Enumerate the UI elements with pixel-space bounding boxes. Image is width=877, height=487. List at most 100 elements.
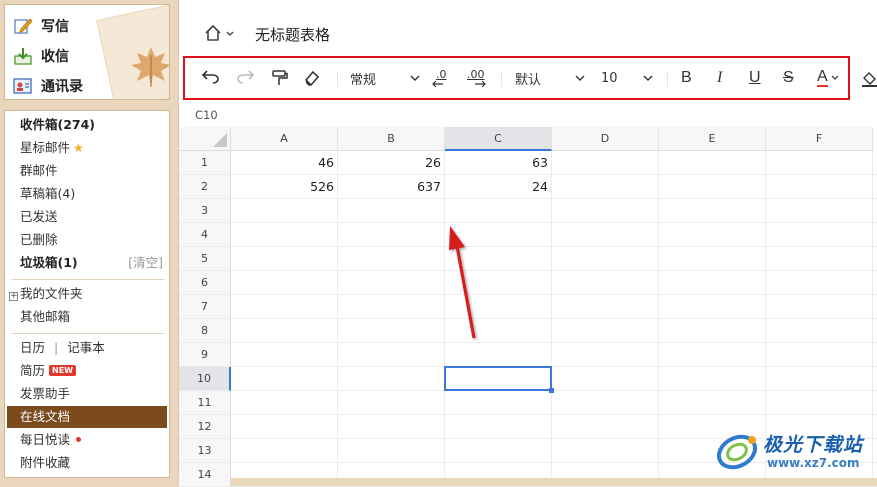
cell-a2[interactable]: 526 xyxy=(231,175,338,199)
expand-plus-icon[interactable]: + xyxy=(9,292,18,301)
doc-title-bar: 无标题表格 xyxy=(179,0,877,54)
chevron-down-icon xyxy=(831,75,839,80)
row-header-4[interactable]: 4 xyxy=(179,223,231,247)
row-header-5[interactable]: 5 xyxy=(179,247,231,271)
mail-quick-actions: 写信 收信 通讯录 xyxy=(4,4,170,100)
clear-format-button[interactable] xyxy=(303,58,321,98)
notes-link[interactable]: 记事本 xyxy=(67,340,105,355)
app-attachments[interactable]: 附件收藏 xyxy=(5,452,169,474)
folder-my-folders[interactable]: + 我的文件夹 xyxy=(5,283,169,305)
cell-c2[interactable]: 24 xyxy=(445,175,552,199)
strikethrough-button[interactable]: S xyxy=(783,58,794,98)
cell-c1[interactable]: 63 xyxy=(445,151,552,175)
paint-roller-icon xyxy=(272,70,288,85)
number-format-select[interactable]: 常规 xyxy=(350,58,422,98)
spreadsheet-document: 无标题表格 常规 .0 .00 默认 10 B I U S A C10 A B … xyxy=(178,0,877,487)
column-header-c[interactable]: C xyxy=(445,127,552,151)
inbox-label: 收信 xyxy=(41,49,69,65)
star-icon: ★ xyxy=(73,141,84,155)
row-gridline xyxy=(231,390,877,391)
column-gridline xyxy=(444,151,445,478)
cell-b1[interactable]: 26 xyxy=(338,151,445,175)
row-header-14[interactable]: 14 xyxy=(179,463,231,487)
app-resume[interactable]: 简历 NEW xyxy=(5,360,169,382)
home-icon xyxy=(205,25,221,41)
app-online-docs[interactable]: 在线文档 xyxy=(7,406,167,428)
pencil-icon xyxy=(13,17,33,35)
document-title[interactable]: 无标题表格 xyxy=(255,24,330,45)
app-invoice-assistant[interactable]: 发票助手 xyxy=(5,383,169,405)
cell-a1[interactable]: 46 xyxy=(231,151,338,175)
row-header-13[interactable]: 13 xyxy=(179,439,231,463)
inbox-button[interactable]: 收信 xyxy=(13,43,69,69)
row-gridline xyxy=(231,366,877,367)
bold-button[interactable]: B xyxy=(681,58,692,98)
app-daily-read[interactable]: 每日悦读 xyxy=(5,429,169,451)
site-watermark: 极光下载站 www.xz7.com xyxy=(715,426,875,474)
compose-button[interactable]: 写信 xyxy=(13,13,69,39)
font-size-select[interactable]: 10 xyxy=(601,58,657,98)
folder-inbox[interactable]: 收件箱(274) xyxy=(5,114,169,136)
number-format-value: 常规 xyxy=(350,72,377,88)
fill-color-button[interactable] xyxy=(861,70,877,92)
row-header-10[interactable]: 10 xyxy=(179,367,231,391)
folder-starred[interactable]: 星标邮件 ★ xyxy=(5,137,169,159)
font-color-button[interactable]: A xyxy=(817,58,839,98)
folder-trash[interactable]: 垃圾箱(1) [清空] xyxy=(5,252,169,274)
folder-trash-label: 垃圾箱(1) xyxy=(20,255,78,270)
folder-group[interactable]: 群邮件 xyxy=(5,160,169,182)
decrease-decimal-button[interactable]: .0 xyxy=(431,58,453,98)
folder-other-mailboxes[interactable]: 其他邮箱 xyxy=(5,306,169,328)
link-divider: | xyxy=(54,340,59,355)
font-size-value: 10 xyxy=(601,70,618,86)
format-painter-button[interactable] xyxy=(271,58,289,98)
row-header-2[interactable]: 2 xyxy=(179,175,231,199)
fill-handle[interactable] xyxy=(549,388,554,393)
row-header-11[interactable]: 11 xyxy=(179,391,231,415)
font-family-value: 默认 xyxy=(515,72,542,88)
select-all-corner[interactable] xyxy=(179,127,231,151)
italic-button[interactable]: I xyxy=(717,58,722,98)
column-header-e[interactable]: E xyxy=(659,127,766,151)
folder-sent[interactable]: 已发送 xyxy=(5,206,169,228)
home-menu[interactable] xyxy=(203,24,239,46)
column-header-d[interactable]: D xyxy=(552,127,659,151)
row-gridline xyxy=(231,342,877,343)
folder-list: 收件箱(274) 星标邮件 ★ 群邮件 草稿箱(4) 已发送 已删除 垃圾箱(1)… xyxy=(4,110,170,478)
watermark-name: 极光下载站 xyxy=(763,434,864,456)
column-header-b[interactable]: B xyxy=(338,127,445,151)
undo-button[interactable] xyxy=(201,58,221,98)
increase-decimal-icon: .00 xyxy=(465,68,491,88)
cell-name-box[interactable]: C10 xyxy=(195,108,218,122)
row-header-9[interactable]: 9 xyxy=(179,343,231,367)
column-header-a[interactable]: A xyxy=(231,127,338,151)
chevron-down-icon xyxy=(643,75,653,81)
contacts-button[interactable]: 通讯录 xyxy=(13,73,83,99)
column-gridline xyxy=(658,151,659,478)
row-header-6[interactable]: 6 xyxy=(179,271,231,295)
increase-decimal-button[interactable]: .00 xyxy=(465,58,491,98)
font-family-select[interactable]: 默认 xyxy=(515,58,587,98)
row-gridline xyxy=(231,318,877,319)
calendar-notes-row: 日历 | 记事本 xyxy=(5,337,169,359)
divider xyxy=(11,333,165,334)
folder-deleted[interactable]: 已删除 xyxy=(5,229,169,251)
underline-button[interactable]: U xyxy=(749,58,761,98)
watermark-logo-icon xyxy=(716,434,758,470)
selected-cell-outline[interactable] xyxy=(444,366,552,391)
row-header-8[interactable]: 8 xyxy=(179,319,231,343)
redo-button[interactable] xyxy=(235,58,255,98)
row-header-12[interactable]: 12 xyxy=(179,415,231,439)
clear-trash-link[interactable]: [清空] xyxy=(128,252,163,274)
row-header-7[interactable]: 7 xyxy=(179,295,231,319)
row-header-1[interactable]: 1 xyxy=(179,151,231,175)
font-color-icon: A xyxy=(817,68,828,87)
calendar-link[interactable]: 日历 xyxy=(20,340,45,355)
column-header-f[interactable]: F xyxy=(766,127,873,151)
folder-drafts[interactable]: 草稿箱(4) xyxy=(5,183,169,205)
inbox-download-icon xyxy=(13,47,33,65)
compose-label: 写信 xyxy=(41,19,69,35)
contacts-label: 通讯录 xyxy=(41,79,83,95)
row-header-3[interactable]: 3 xyxy=(179,199,231,223)
cell-b2[interactable]: 637 xyxy=(338,175,445,199)
